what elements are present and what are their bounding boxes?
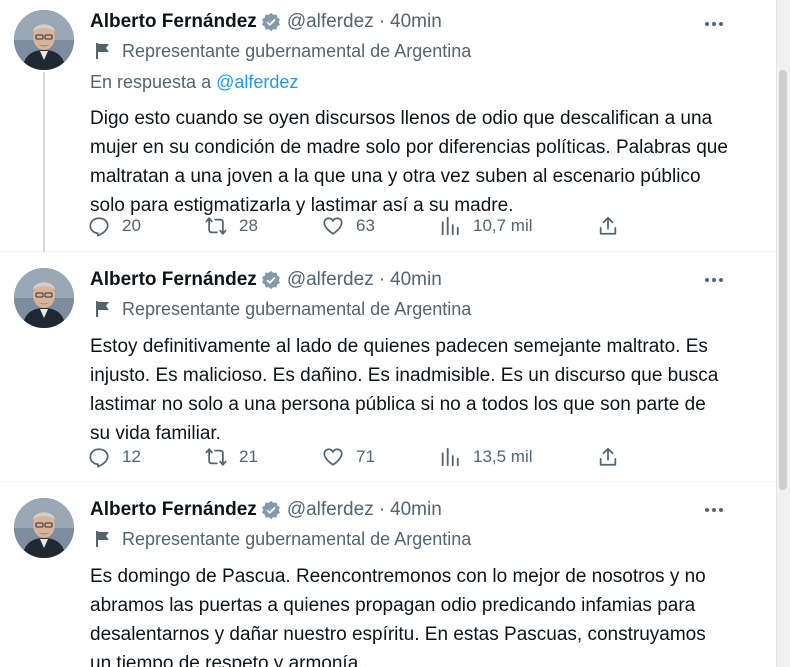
avatar-photo	[14, 498, 74, 558]
scrollbar-thumb[interactable]	[779, 70, 787, 490]
affiliation-label[interactable]: Representante gubernamental de Argentina	[122, 299, 471, 320]
author-name[interactable]: Alberto Fernández	[90, 11, 257, 33]
views-chart-icon	[441, 216, 459, 236]
like-button[interactable]: 71	[322, 446, 439, 468]
reply-button[interactable]: 12	[88, 446, 205, 468]
reply-icon	[89, 448, 109, 468]
author-handle[interactable]: @alferdez	[287, 11, 374, 33]
author-handle[interactable]: @alferdez	[287, 269, 374, 291]
like-button[interactable]: 63	[322, 215, 439, 237]
verified-badge-icon[interactable]	[261, 270, 281, 290]
author-name[interactable]: Alberto Fernández	[90, 499, 257, 521]
reply-prefix: En respuesta a	[90, 72, 212, 92]
affiliation: Representante gubernamental de Argentina	[90, 40, 726, 62]
verified-badge-icon[interactable]	[261, 500, 281, 520]
affiliation-label[interactable]: Representante gubernamental de Argentina	[122, 41, 471, 62]
tweet-actions: 20 28 63 10,7 mil	[88, 211, 619, 241]
retweet-button[interactable]: 28	[205, 215, 322, 237]
avatar-photo	[14, 268, 74, 328]
timestamp[interactable]: 40min	[390, 499, 442, 521]
tweet[interactable]: Alberto Fernández @alferdez · 40min Repr…	[0, 252, 776, 482]
tweet-text: Digo esto cuando se oyen discursos lleno…	[90, 108, 728, 216]
avatar[interactable]	[14, 10, 74, 70]
avatar[interactable]	[14, 268, 74, 328]
tweet[interactable]: Alberto Fernández @alferdez · 40min Repr…	[0, 482, 776, 667]
view-count: 13,5 mil	[473, 447, 533, 466]
like-count: 63	[356, 216, 375, 235]
separator: ·	[378, 499, 386, 520]
heart-icon	[323, 448, 343, 466]
tweet[interactable]: Alberto Fernández @alferdez · 40min Repr…	[0, 0, 776, 252]
more-options-icon[interactable]	[702, 268, 726, 292]
more-options-icon[interactable]	[702, 498, 726, 522]
views-button[interactable]: 10,7 mil	[439, 215, 597, 237]
flag-icon	[96, 301, 109, 317]
share-icon	[599, 216, 617, 235]
retweet-icon	[205, 217, 227, 235]
separator: ·	[378, 11, 386, 32]
tweet-header: Alberto Fernández @alferdez · 40min	[90, 268, 726, 292]
retweet-icon	[205, 448, 227, 466]
views-chart-icon	[441, 447, 459, 467]
reply-handle-link[interactable]: @alferdez	[216, 72, 298, 92]
separator: ·	[378, 269, 386, 290]
reply-context: En respuesta a @alferdez	[90, 72, 726, 94]
share-button[interactable]	[597, 215, 619, 237]
author-name[interactable]: Alberto Fernández	[90, 269, 257, 291]
reply-button[interactable]: 20	[88, 215, 205, 237]
retweet-count: 28	[239, 216, 258, 235]
reply-count: 12	[122, 447, 141, 466]
more-options-icon[interactable]	[702, 12, 726, 36]
timestamp[interactable]: 40min	[390, 11, 442, 33]
affiliation: Representante gubernamental de Argentina	[90, 528, 726, 550]
share-button[interactable]	[597, 446, 619, 468]
author-handle[interactable]: @alferdez	[287, 499, 374, 521]
affiliation: Representante gubernamental de Argentina	[90, 298, 726, 320]
avatar-photo	[14, 10, 74, 70]
retweet-button[interactable]: 21	[205, 446, 322, 468]
views-button[interactable]: 13,5 mil	[439, 446, 597, 468]
timestamp[interactable]: 40min	[390, 269, 442, 291]
flag-icon	[96, 531, 109, 547]
scrollbar[interactable]	[776, 0, 790, 667]
avatar[interactable]	[14, 498, 74, 558]
affiliation-label[interactable]: Representante gubernamental de Argentina	[122, 529, 471, 550]
share-icon	[599, 447, 617, 466]
verified-badge-icon[interactable]	[261, 12, 281, 32]
heart-icon	[323, 217, 343, 235]
tweet-header: Alberto Fernández @alferdez · 40min	[90, 498, 726, 522]
tweet-text: Es domingo de Pascua. Reencontremonos co…	[90, 566, 706, 667]
tweet-actions: 12 21 71 13,5 mil	[88, 442, 619, 472]
tweet-header: Alberto Fernández @alferdez · 40min	[90, 10, 726, 34]
tweet-text: Estoy definitivamente al lado de quienes…	[90, 336, 719, 444]
like-count: 71	[356, 447, 375, 466]
retweet-count: 21	[239, 447, 258, 466]
view-count: 10,7 mil	[473, 216, 533, 235]
reply-count: 20	[122, 216, 141, 235]
reply-icon	[89, 217, 109, 237]
thread-line	[43, 72, 45, 252]
flag-icon	[96, 43, 109, 59]
